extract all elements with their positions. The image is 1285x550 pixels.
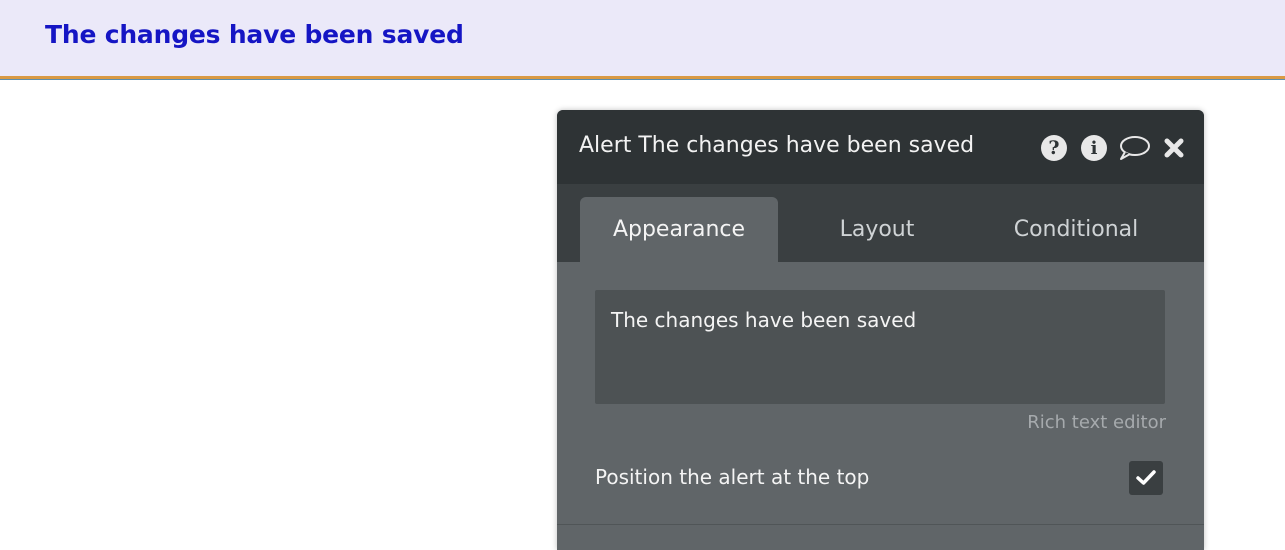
comment-icon[interactable]: [1114, 132, 1154, 164]
rich-text-editor-link[interactable]: Rich text editor: [1027, 412, 1166, 433]
tab-appearance[interactable]: Appearance: [580, 197, 778, 262]
tab-layout[interactable]: Layout: [779, 197, 975, 262]
question-circle-icon[interactable]: ?: [1034, 132, 1074, 164]
alert-content-input[interactable]: The changes have been saved: [595, 290, 1165, 404]
panel-divider: [557, 524, 1204, 525]
tab-conditional[interactable]: Conditional: [977, 197, 1175, 262]
position-top-label: Position the alert at the top: [595, 465, 870, 489]
close-icon[interactable]: [1154, 132, 1194, 164]
header-icons: ? i: [1034, 132, 1194, 164]
position-top-checkbox[interactable]: [1129, 461, 1163, 495]
property-editor-panel: Alert The changes have been saved ? i Ap…: [557, 110, 1204, 550]
alert-banner-text: The changes have been saved: [45, 20, 464, 49]
alert-banner: The changes have been saved: [0, 0, 1285, 79]
checkmark-icon: [1136, 470, 1156, 485]
tab-bar: Appearance Layout Conditional: [557, 184, 1204, 262]
info-circle-icon[interactable]: i: [1074, 132, 1114, 164]
panel-title: Alert The changes have been saved: [579, 133, 975, 158]
panel-header: Alert The changes have been saved ? i: [557, 110, 1204, 184]
